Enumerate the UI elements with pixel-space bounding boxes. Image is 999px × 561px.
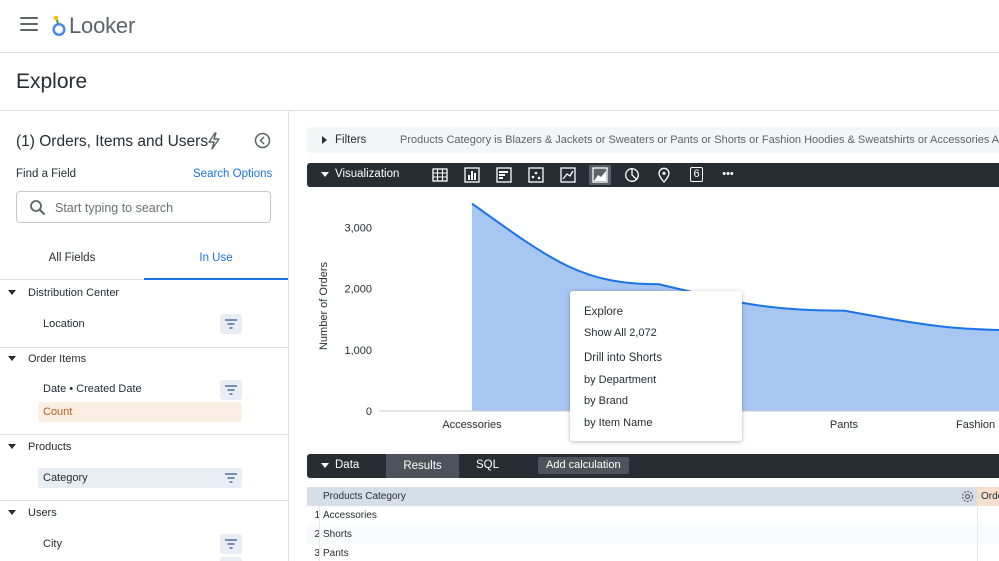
looker-logo[interactable]: Looker xyxy=(52,11,135,41)
more-icon[interactable]: ••• xyxy=(717,165,739,185)
column-chart-icon[interactable] xyxy=(461,165,483,185)
table-header-row: Products Category Orde xyxy=(307,487,999,506)
caret-right-icon xyxy=(322,136,327,144)
group-users[interactable]: Users xyxy=(0,504,288,524)
filter-city-button[interactable] xyxy=(220,534,242,554)
tab-sql[interactable]: SQL xyxy=(476,459,499,471)
group-products[interactable]: Products xyxy=(0,438,288,458)
table-row[interactable]: 2 Shorts xyxy=(307,525,999,544)
filter-icon xyxy=(225,319,237,329)
page-title: Explore xyxy=(16,70,88,93)
bar-chart-icon[interactable] xyxy=(493,165,515,185)
visualization-bar: Visualization 6 ••• xyxy=(307,163,999,187)
looker-logo-icon xyxy=(52,15,66,37)
tab-all-fields[interactable]: All Fields xyxy=(0,238,144,280)
find-field-label: Find a Field xyxy=(16,168,77,180)
x-tick-label: Fashion H xyxy=(956,419,999,431)
y-tick-label: 2,000 xyxy=(344,284,372,296)
top-bar: Looker xyxy=(0,0,999,53)
field-category[interactable]: Category xyxy=(38,468,242,488)
collapse-sidebar-icon[interactable] xyxy=(254,132,271,149)
caret-down-icon[interactable] xyxy=(321,463,329,468)
field-created-date[interactable]: Date • Created Date xyxy=(38,379,242,399)
search-icon xyxy=(30,200,46,216)
group-distribution-center[interactable]: Distribution Center xyxy=(0,284,288,304)
single-value-icon[interactable]: 6 xyxy=(685,165,707,185)
drill-by-brand-link[interactable]: by Brand xyxy=(584,395,628,407)
page-header: Explore xyxy=(0,53,999,111)
area-chart-icon[interactable] xyxy=(589,165,611,185)
show-all-link[interactable]: Show All 2,072 xyxy=(584,327,657,339)
field-tabs: All Fields In Use xyxy=(0,238,288,280)
y-tick-label: 0 xyxy=(366,406,372,418)
caret-down-icon xyxy=(8,510,16,515)
divider xyxy=(0,347,288,348)
hamburger-menu-icon[interactable] xyxy=(20,17,38,31)
explore-main-panel: Filters Products Category is Blazers & J… xyxy=(289,111,999,561)
map-pin-icon[interactable] xyxy=(653,165,675,185)
filter-created-date-button[interactable] xyxy=(220,380,242,400)
y-axis-label: Number of Orders xyxy=(318,261,330,350)
caret-down-icon xyxy=(8,444,16,449)
x-tick-label: Pants xyxy=(830,419,859,431)
visualization-label[interactable]: Visualization xyxy=(335,168,399,180)
tooltip-explore-header: Explore xyxy=(584,306,623,318)
filter-category-button[interactable] xyxy=(220,468,242,488)
table-cell xyxy=(977,525,999,544)
filters-expression: Products Category is Blazers & Jackets o… xyxy=(400,134,999,146)
brand-name: Looker xyxy=(69,13,136,38)
tab-in-use[interactable]: In Use xyxy=(144,238,288,280)
add-calculation-button[interactable]: Add calculation xyxy=(538,457,629,474)
filter-location-button[interactable] xyxy=(220,314,242,334)
field-search-input[interactable] xyxy=(55,198,260,218)
filters-label: Filters xyxy=(335,134,367,146)
caret-down-icon[interactable] xyxy=(321,172,329,177)
drill-by-department-link[interactable]: by Department xyxy=(584,374,656,386)
table-row[interactable]: 1 Accessories xyxy=(307,506,999,525)
filter-next-button[interactable] xyxy=(220,557,242,561)
line-chart-icon[interactable] xyxy=(557,165,579,185)
data-label[interactable]: Data xyxy=(335,459,359,471)
table-cell xyxy=(977,506,999,525)
search-options-link[interactable]: Search Options xyxy=(193,168,272,180)
explore-title: (1) Orders, Items and Users xyxy=(16,133,209,150)
field-search-box[interactable] xyxy=(16,191,271,223)
column-header-products-category[interactable]: Products Category xyxy=(323,491,406,502)
divider xyxy=(0,500,288,501)
gear-icon[interactable] xyxy=(961,490,974,503)
caret-down-icon xyxy=(8,290,16,295)
filter-icon xyxy=(225,385,237,395)
field-city[interactable]: City xyxy=(38,534,242,554)
table-row[interactable]: 3 Pants xyxy=(307,544,999,561)
table-cell xyxy=(977,544,999,561)
y-tick-label: 1,000 xyxy=(344,345,372,357)
y-tick-label: 3,000 xyxy=(344,222,372,234)
field-picker-sidebar: (1) Orders, Items and Users Find a Field… xyxy=(0,111,289,561)
tab-results[interactable]: Results xyxy=(386,454,459,478)
x-tick-label: Accessories xyxy=(442,419,502,431)
filters-section[interactable]: Filters Products Category is Blazers & J… xyxy=(307,127,999,153)
divider xyxy=(0,434,288,435)
drill-menu-tooltip: Explore Show All 2,072 Drill into Shorts… xyxy=(570,291,742,441)
field-count[interactable]: Count xyxy=(38,402,242,422)
filter-icon xyxy=(225,539,237,549)
field-location[interactable]: Location xyxy=(38,314,242,334)
caret-down-icon xyxy=(8,356,16,361)
filter-icon xyxy=(225,473,237,483)
row-index-divider xyxy=(319,506,320,561)
y-axis-ticks: 0 1,000 2,000 3,000 xyxy=(344,222,372,418)
drill-by-item-name-link[interactable]: by Item Name xyxy=(584,417,652,429)
column-header-orders[interactable]: Orde xyxy=(977,487,999,506)
lightning-bolt-icon[interactable] xyxy=(207,132,221,150)
tooltip-drill-header: Drill into Shorts xyxy=(584,352,662,364)
scatter-icon[interactable] xyxy=(525,165,547,185)
table-icon[interactable] xyxy=(429,165,451,185)
data-bar: Data Results SQL Add calculation xyxy=(307,454,999,478)
group-order-items[interactable]: Order Items xyxy=(0,350,288,370)
pie-chart-icon[interactable] xyxy=(621,165,643,185)
